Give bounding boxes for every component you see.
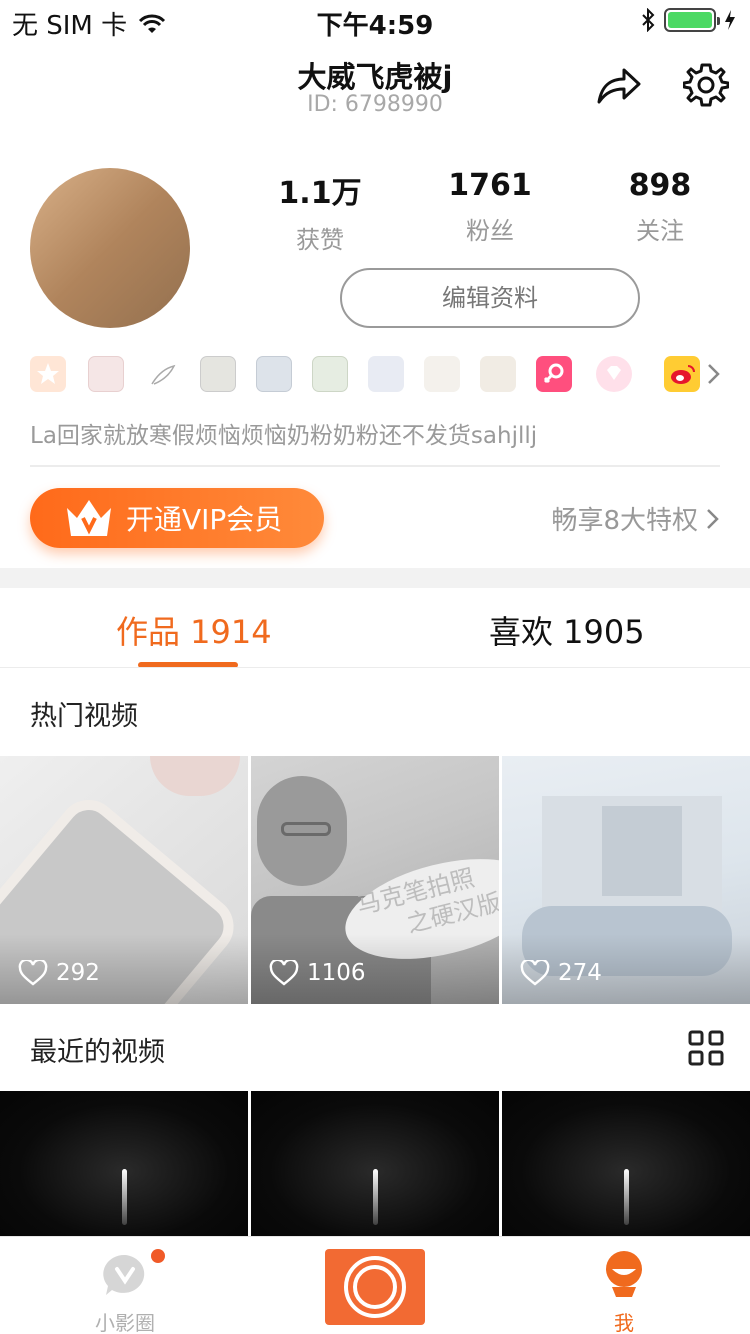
edit-profile-button[interactable]: 编辑资料 xyxy=(340,268,640,328)
vip-button[interactable]: 开通VIP会员 xyxy=(30,488,324,548)
stat-fans[interactable]: 1761 粉丝 xyxy=(405,168,575,246)
record-icon xyxy=(344,1256,406,1318)
bottom-tab-bar: 小影圈 我 xyxy=(0,1236,750,1334)
video-likes: 274 xyxy=(520,960,602,986)
chat-bubble-icon xyxy=(103,1254,145,1295)
video-likes-count: 292 xyxy=(56,960,100,986)
section-gap xyxy=(0,568,750,588)
text-badge-icon[interactable] xyxy=(480,356,516,392)
sticker-badge-icon[interactable] xyxy=(200,356,236,392)
video-likes-count: 274 xyxy=(558,960,602,986)
vip-button-label: 开通VIP会员 xyxy=(126,503,283,536)
stat-value: 1761 xyxy=(448,168,532,203)
hot-videos-heading: 热门视频 xyxy=(30,701,138,732)
vip-privileges-label: 畅享8大特权 xyxy=(551,506,698,536)
female-badge-icon[interactable] xyxy=(536,356,572,392)
stat-label: 粉丝 xyxy=(466,217,514,245)
divider xyxy=(30,465,720,467)
chevron-right-icon[interactable] xyxy=(706,356,722,392)
share-icon[interactable] xyxy=(596,62,642,108)
diamond-badge-icon[interactable] xyxy=(596,356,632,392)
grid-view-icon[interactable] xyxy=(688,1030,724,1066)
video-thumbnail[interactable]: 274 xyxy=(502,756,750,1004)
sticker-badge-icon[interactable] xyxy=(256,356,292,392)
divider xyxy=(0,667,750,668)
tab-circle-label: 小影圈 xyxy=(95,1311,155,1334)
badge-row[interactable] xyxy=(30,356,730,396)
crown-icon xyxy=(67,500,111,536)
tab-me[interactable]: 我 xyxy=(549,1237,699,1334)
profile-icon xyxy=(606,1251,642,1297)
tab-works[interactable]: 作品 1914 xyxy=(116,607,272,653)
clock: 下午4:59 xyxy=(316,11,434,41)
stat-label: 关注 xyxy=(636,217,684,245)
record-button[interactable] xyxy=(325,1249,425,1325)
sketch-badge-icon[interactable] xyxy=(424,356,460,392)
video-thumbnail[interactable] xyxy=(251,1091,499,1237)
chevron-right-icon xyxy=(707,508,719,529)
stat-value: 898 xyxy=(628,168,692,203)
stat-value: 1.1万 xyxy=(278,176,362,211)
recent-videos-heading: 最近的视频 xyxy=(30,1037,165,1068)
charging-icon xyxy=(725,10,735,30)
video-thumbnail[interactable]: 292 xyxy=(0,756,248,1004)
sticker-badge-icon[interactable] xyxy=(88,356,124,392)
heart-icon xyxy=(269,960,299,986)
settings-gear-icon[interactable] xyxy=(683,62,729,108)
video-likes: 292 xyxy=(18,960,100,986)
sticker-badge-icon[interactable] xyxy=(312,356,348,392)
avatar[interactable] xyxy=(30,168,190,328)
stat-label: 获赞 xyxy=(296,226,344,254)
vip-privileges-link[interactable]: 畅享8大特权 xyxy=(551,500,720,537)
battery-icon xyxy=(664,8,720,32)
video-likes: 1106 xyxy=(269,960,366,986)
star-badge-icon[interactable] xyxy=(30,356,66,392)
system-icons xyxy=(640,8,736,32)
tab-likes[interactable]: 喜欢 1905 xyxy=(489,607,645,653)
video-thumbnail[interactable] xyxy=(502,1091,750,1237)
video-likes-count: 1106 xyxy=(307,960,366,986)
profile-bio: La回家就放寒假烦恼烦恼奶粉奶粉还不发货sahjllj xyxy=(30,423,538,449)
stat-following[interactable]: 898 关注 xyxy=(575,168,745,246)
heart-icon xyxy=(520,960,550,986)
status-bar: 无 SIM 卡 下午4:59 xyxy=(0,0,750,41)
profile-screen: 无 SIM 卡 下午4:59 大威飞虎被j ID: 6798990 1.1万 获… xyxy=(0,0,750,1334)
heart-icon xyxy=(18,960,48,986)
tab-circle[interactable]: 小影圈 xyxy=(50,1237,200,1334)
feather-badge-icon[interactable] xyxy=(144,356,180,392)
weibo-badge-icon[interactable] xyxy=(664,356,700,392)
cartoon-badge-icon[interactable] xyxy=(368,356,404,392)
tab-me-label: 我 xyxy=(614,1311,634,1334)
stat-likes[interactable]: 1.1万 获赞 xyxy=(235,168,405,255)
video-thumbnail[interactable]: 马克笔拍照 之硬汉版 1106 xyxy=(251,756,499,1004)
video-thumbnail[interactable] xyxy=(0,1091,248,1237)
bluetooth-icon xyxy=(642,8,655,32)
notification-dot xyxy=(151,1249,165,1263)
